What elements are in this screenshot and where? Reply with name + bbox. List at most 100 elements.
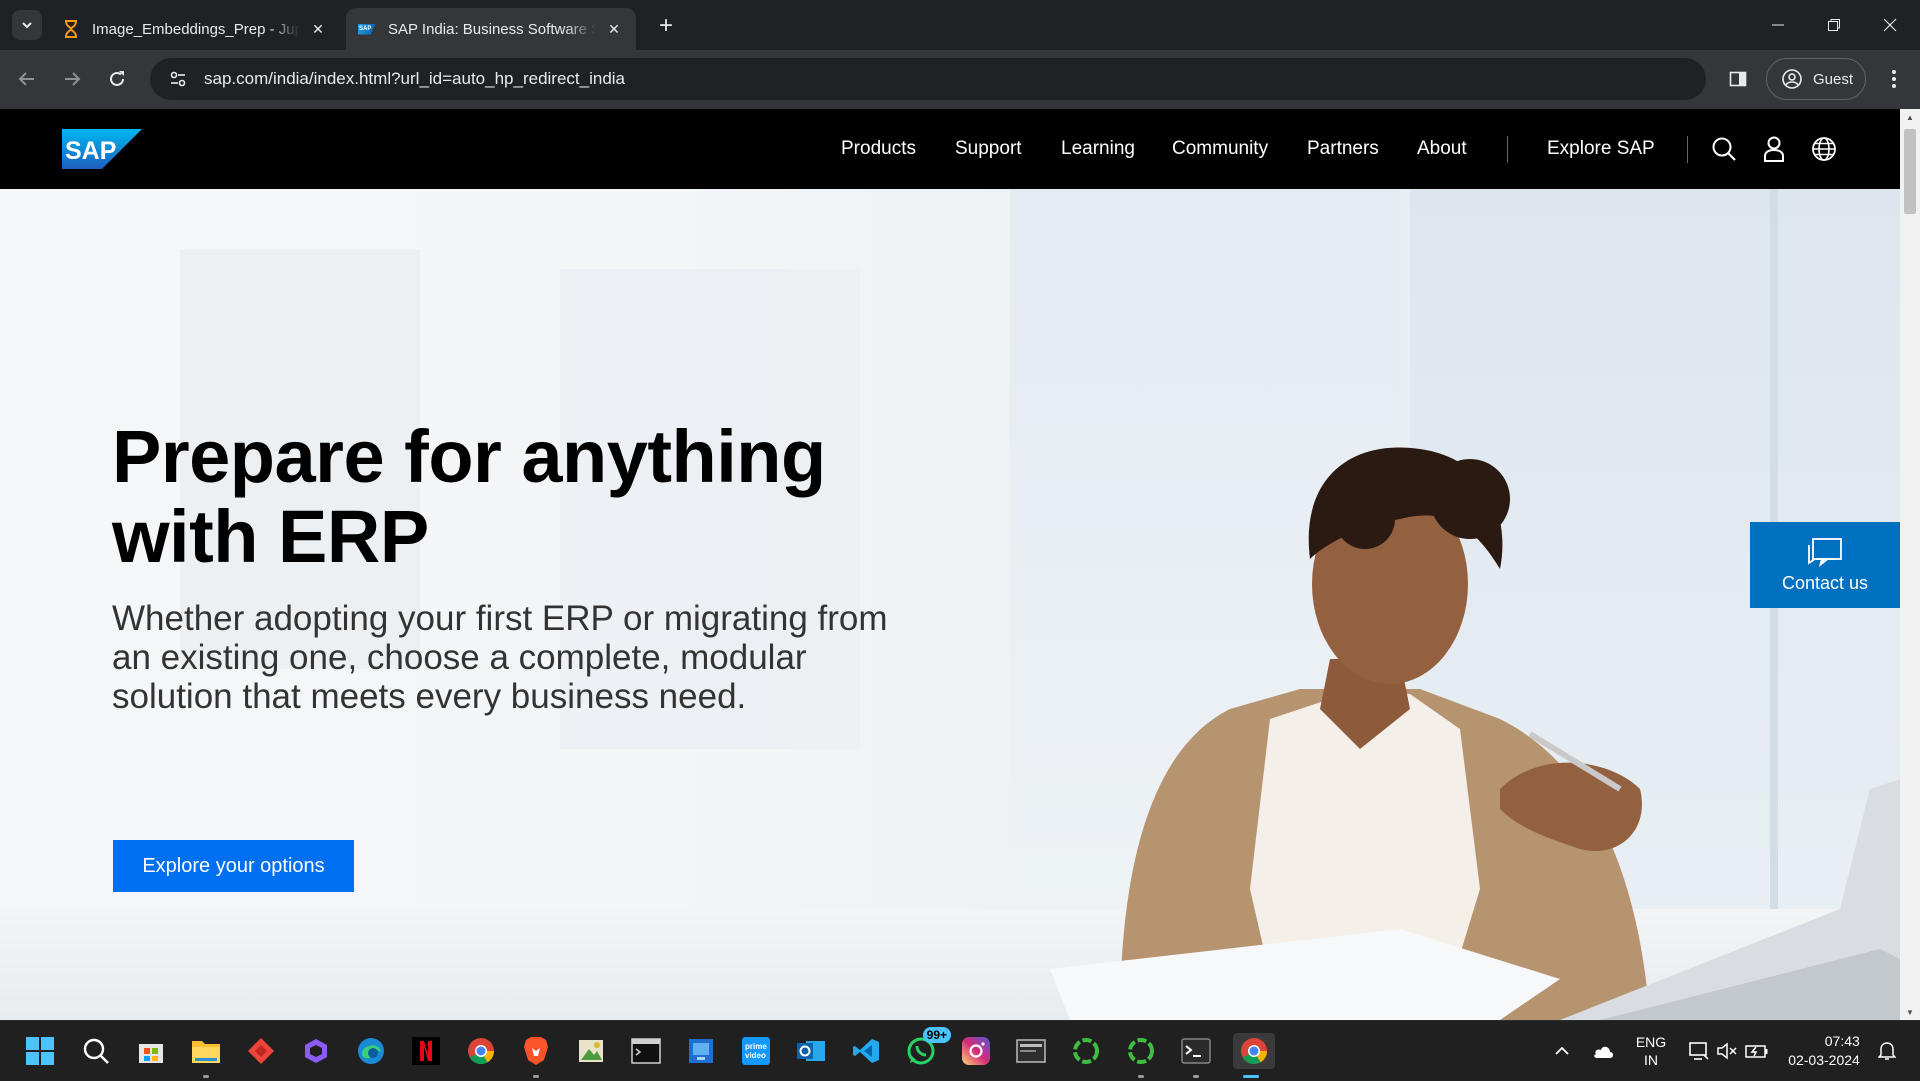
taskbar-file-explorer[interactable] xyxy=(188,1033,224,1078)
prime-video-icon: primevideo xyxy=(742,1037,770,1065)
sap-logo[interactable]: SAP xyxy=(62,129,142,169)
netflix-icon xyxy=(412,1037,440,1065)
nav-item-support[interactable]: Support xyxy=(955,109,1022,189)
taskbar-image-editor[interactable] xyxy=(573,1033,609,1069)
taskbar-copilot[interactable] xyxy=(298,1033,334,1069)
hero-subheadline: Whether adopting your first ERP or migra… xyxy=(112,599,888,716)
language-button[interactable] xyxy=(1810,135,1838,163)
taskbar-store[interactable] xyxy=(133,1033,169,1069)
taskbar-prime-video[interactable]: prime video xyxy=(738,1033,774,1069)
nav-link-explore-sap[interactable]: Explore SAP xyxy=(1547,138,1655,160)
taskbar-netflix[interactable] xyxy=(408,1033,444,1069)
show-hidden-icons-button[interactable] xyxy=(1548,1021,1576,1081)
onedrive-button[interactable] xyxy=(1586,1021,1620,1081)
network-button[interactable] xyxy=(1684,1021,1714,1081)
nav-item-products[interactable]: Products xyxy=(841,109,916,189)
taskbar-circle-app[interactable] xyxy=(1068,1033,1104,1069)
circle-app-icon xyxy=(1128,1038,1154,1064)
taskbar-anydesk[interactable] xyxy=(243,1033,279,1069)
scroll-thumb[interactable] xyxy=(1904,129,1916,214)
page-scrollbar[interactable]: ▲ ▼ xyxy=(1900,109,1920,1020)
contact-us-button[interactable]: Contact us xyxy=(1750,522,1900,608)
browser-menu-button[interactable] xyxy=(1880,65,1908,93)
nav-item-community[interactable]: Community xyxy=(1172,109,1268,189)
clock-date: 02-03-2024 xyxy=(1788,1052,1860,1068)
taskbar-instagram[interactable] xyxy=(958,1033,994,1069)
tab-search-button[interactable] xyxy=(12,10,42,40)
contact-us-label: Contact us xyxy=(1781,572,1869,593)
tab-sap[interactable]: SAP SAP India: Business Software So ✕ xyxy=(346,8,636,50)
chrome-icon xyxy=(1241,1038,1268,1065)
account-button[interactable] xyxy=(1760,135,1788,163)
close-window-button[interactable] xyxy=(1862,0,1918,50)
taskbar-outlook[interactable] xyxy=(793,1033,829,1069)
edge-icon xyxy=(358,1038,384,1064)
side-panel-button[interactable] xyxy=(1724,65,1752,93)
taskbar-windows-app[interactable] xyxy=(683,1033,719,1069)
browser-tab-bar: Image_Embeddings_Prep - Jupy ✕ SAP SAP I… xyxy=(0,0,1920,50)
nav-item-learning[interactable]: Learning xyxy=(1061,109,1135,189)
chrome-icon xyxy=(468,1038,495,1065)
taskbar-edge[interactable] xyxy=(353,1033,389,1069)
close-icon xyxy=(1883,18,1897,32)
nav-link-learning[interactable]: Learning xyxy=(1061,138,1135,160)
clock-button[interactable]: 07:43 02-03-2024 xyxy=(1778,1021,1870,1081)
url-text: sap.com/india/index.html?url_id=auto_hp_… xyxy=(204,69,626,88)
nav-link-products[interactable]: Products xyxy=(841,138,916,160)
windows-app-icon xyxy=(689,1039,713,1063)
circle-app-icon xyxy=(1073,1038,1099,1064)
nav-item-partners[interactable]: Partners xyxy=(1307,109,1379,189)
nav-link-about[interactable]: About xyxy=(1417,138,1467,160)
chat-icon xyxy=(1808,537,1842,567)
active-indicator xyxy=(1243,1075,1259,1078)
svg-text:SAP: SAP xyxy=(65,137,116,165)
scroll-up-arrow[interactable]: ▲ xyxy=(1900,109,1920,125)
taskbar-vscode[interactable] xyxy=(848,1033,884,1069)
site-info-icon[interactable] xyxy=(166,67,190,91)
taskbar-chrome[interactable] xyxy=(463,1033,499,1069)
bell-icon xyxy=(1878,1042,1896,1060)
store-icon xyxy=(139,1044,163,1063)
taskbar-terminal[interactable] xyxy=(1178,1033,1214,1078)
forward-button[interactable] xyxy=(57,64,87,94)
explore-options-button[interactable]: Explore your options xyxy=(113,840,354,892)
taskbar-circle-app[interactable] xyxy=(1123,1033,1159,1078)
taskbar-window-manager[interactable] xyxy=(1013,1033,1049,1069)
network-icon xyxy=(1689,1042,1709,1060)
scroll-down-arrow[interactable]: ▼ xyxy=(1900,1004,1920,1020)
taskbar-whatsapp[interactable]: 99+ xyxy=(903,1027,951,1069)
notifications-button[interactable] xyxy=(1872,1021,1902,1081)
svg-text:video: video xyxy=(745,1051,766,1060)
language-line2: IN xyxy=(1644,1052,1658,1068)
image-editor-icon xyxy=(579,1040,603,1062)
address-bar[interactable]: sap.com/india/index.html?url_id=auto_hp_… xyxy=(150,58,1706,100)
input-language-button[interactable]: ENG IN xyxy=(1628,1021,1674,1081)
nav-link-support[interactable]: Support xyxy=(955,138,1022,160)
volume-muted-icon xyxy=(1717,1042,1737,1060)
battery-button[interactable] xyxy=(1742,1021,1772,1081)
nav-link-partners[interactable]: Partners xyxy=(1307,138,1379,160)
close-tab-icon[interactable]: ✕ xyxy=(308,19,328,39)
taskbar-chrome-active[interactable] xyxy=(1233,1033,1275,1078)
reload-button[interactable] xyxy=(102,64,132,94)
close-tab-icon[interactable]: ✕ xyxy=(604,19,624,39)
back-button[interactable] xyxy=(12,64,42,94)
windows-start-button[interactable] xyxy=(22,1033,58,1069)
nav-item-explore-sap[interactable]: Explore SAP xyxy=(1547,109,1655,189)
taskbar-brave[interactable] xyxy=(518,1033,554,1078)
sap-favicon: SAP xyxy=(358,20,376,38)
search-button[interactable] xyxy=(1710,135,1738,163)
tab-jupyter[interactable]: Image_Embeddings_Prep - Jupy ✕ xyxy=(50,8,340,50)
taskbar-search-button[interactable] xyxy=(78,1033,114,1069)
nav-divider xyxy=(1687,136,1688,163)
profile-button[interactable]: Guest xyxy=(1766,58,1866,100)
copilot-icon xyxy=(305,1039,327,1063)
taskbar-terminal[interactable] xyxy=(628,1033,664,1069)
new-tab-button[interactable]: + xyxy=(652,12,680,40)
volume-button[interactable] xyxy=(1714,1021,1740,1081)
restore-button[interactable] xyxy=(1806,0,1862,50)
nav-item-about[interactable]: About xyxy=(1417,109,1467,189)
minimize-button[interactable] xyxy=(1750,0,1806,50)
terminal-icon xyxy=(1181,1038,1211,1064)
nav-link-community[interactable]: Community xyxy=(1172,138,1268,160)
